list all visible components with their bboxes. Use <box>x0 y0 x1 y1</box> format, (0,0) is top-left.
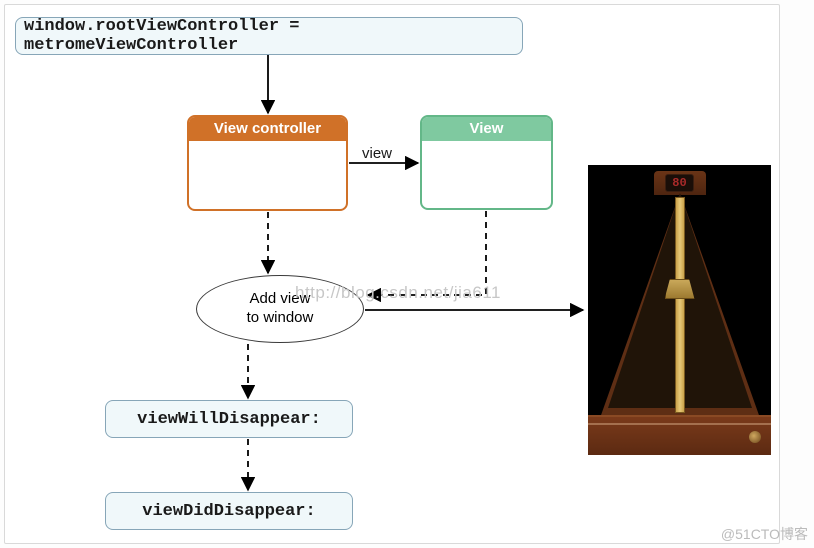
metronome-top: 80 <box>654 171 706 195</box>
metronome-pivot <box>749 431 761 443</box>
node-view-did-disappear: viewDidDisappear: <box>105 492 353 530</box>
view-header: View <box>422 117 551 141</box>
view-controller-header: View controller <box>189 117 346 141</box>
edge-label-view: view <box>362 145 392 162</box>
metronome-bpm: 80 <box>665 174 693 192</box>
metronome-screenshot: 80 <box>588 165 771 455</box>
metronome-base <box>588 415 771 455</box>
vwill-text: viewWillDisappear: <box>137 410 321 429</box>
watermark-corner: @51CTO博客 <box>721 524 808 544</box>
node-view: View <box>420 115 553 210</box>
metronome-pendulum <box>675 197 685 413</box>
vdid-text: viewDidDisappear: <box>142 502 315 521</box>
watermark-center: http://blog.csdn.net/jia611 <box>295 283 501 303</box>
node-view-will-disappear: viewWillDisappear: <box>105 400 353 438</box>
node-code-line: window.rootViewController = metromeViewC… <box>15 17 523 55</box>
diagram-frame: window.rootViewController = metromeViewC… <box>4 4 780 544</box>
node-view-controller: View controller <box>187 115 348 211</box>
code-text: window.rootViewController = metromeViewC… <box>24 17 514 55</box>
